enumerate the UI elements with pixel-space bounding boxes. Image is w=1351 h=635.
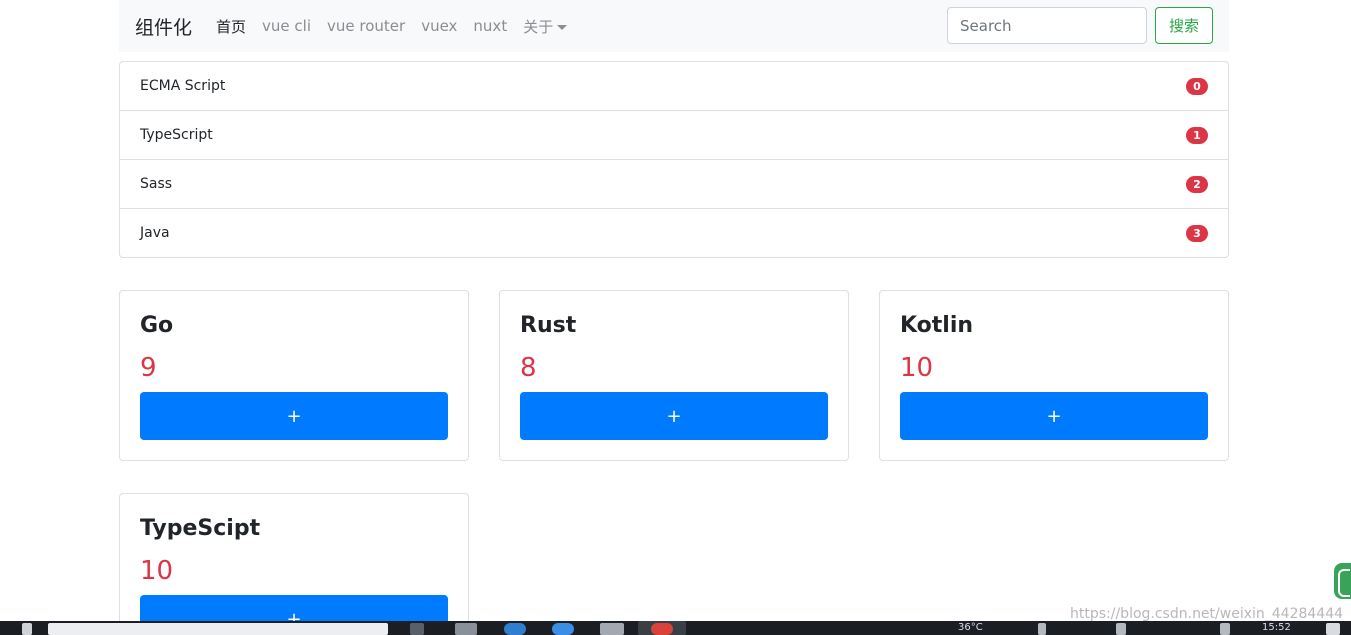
- search-input[interactable]: [947, 7, 1147, 44]
- card-count: 10: [140, 556, 174, 586]
- increment-button[interactable]: +: [520, 392, 828, 440]
- count-badge: 0: [1186, 77, 1208, 95]
- navbar: 组件化 首页 vue cli vue router vuex nuxt 关于 搜…: [119, 0, 1229, 52]
- card-title: Rust: [520, 313, 577, 338]
- browser-edge-icon[interactable]: [552, 623, 574, 635]
- nav-link-nuxt[interactable]: nuxt: [465, 17, 515, 35]
- shield-icon[interactable]: [1334, 563, 1351, 599]
- card-count: 8: [520, 353, 537, 383]
- card-title: TypeScipt: [140, 516, 261, 541]
- increment-button[interactable]: +: [140, 392, 448, 440]
- clock-time[interactable]: 15:52: [1262, 621, 1291, 635]
- card-go: Go 9 +: [119, 290, 469, 461]
- browser-icon[interactable]: [504, 623, 526, 635]
- list-item-label: Sass: [140, 176, 173, 192]
- start-icon[interactable]: [22, 623, 32, 635]
- count-badge: 2: [1186, 175, 1208, 193]
- card-count: 9: [140, 353, 157, 383]
- language-list: ECMA Script 0 TypeScript 1 Sass 2 Java 3: [119, 61, 1229, 258]
- list-item[interactable]: Java 3: [120, 209, 1228, 257]
- list-item[interactable]: ECMA Script 0: [120, 62, 1228, 111]
- nav-dropdown-about[interactable]: 关于: [515, 16, 575, 37]
- list-item-label: ECMA Script: [140, 78, 226, 94]
- card-typescipt: TypeScipt 10 +: [119, 493, 469, 635]
- card-kotlin: Kotlin 10 +: [879, 290, 1229, 461]
- nav-link-home[interactable]: 首页: [208, 16, 254, 37]
- increment-button[interactable]: +: [900, 392, 1208, 440]
- navbar-brand[interactable]: 组件化: [135, 13, 192, 40]
- file-explorer-icon[interactable]: [455, 623, 477, 635]
- count-badge: 3: [1186, 224, 1208, 242]
- card-title: Kotlin: [900, 313, 974, 338]
- nav-dropdown-label: 关于: [523, 17, 554, 36]
- app-window-icon[interactable]: [600, 623, 624, 635]
- nav-link-vue-cli[interactable]: vue cli: [254, 17, 319, 35]
- nav-link-vue-router[interactable]: vue router: [319, 17, 413, 35]
- nav-link-vuex[interactable]: vuex: [413, 17, 465, 35]
- weather-temperature[interactable]: 36°C: [958, 621, 983, 635]
- list-item[interactable]: TypeScript 1: [120, 111, 1228, 160]
- nav-links: 首页 vue cli vue router vuex nuxt 关于: [208, 16, 575, 37]
- card-title: Go: [140, 313, 174, 338]
- volume-icon[interactable]: [1220, 623, 1230, 635]
- list-item-label: Java: [140, 225, 170, 241]
- caret-down-icon: [557, 24, 568, 30]
- count-badge: 1: [1186, 126, 1208, 144]
- search-button[interactable]: 搜索: [1155, 7, 1213, 44]
- tray-icon[interactable]: [1038, 623, 1046, 635]
- watermark-url: https://blog.csdn.net/weixin_44284444: [1070, 606, 1344, 622]
- card-count: 10: [900, 353, 934, 383]
- os-taskbar: 36°C 15:52: [0, 621, 1351, 635]
- list-item-label: TypeScript: [140, 127, 213, 143]
- network-icon[interactable]: [1116, 623, 1126, 635]
- taskbar-search-box[interactable]: [48, 623, 388, 635]
- notification-icon[interactable]: [1326, 623, 1340, 635]
- card-rust: Rust 8 +: [499, 290, 849, 461]
- chrome-icon: [651, 623, 673, 635]
- task-view-icon[interactable]: [410, 623, 424, 635]
- list-item[interactable]: Sass 2: [120, 160, 1228, 209]
